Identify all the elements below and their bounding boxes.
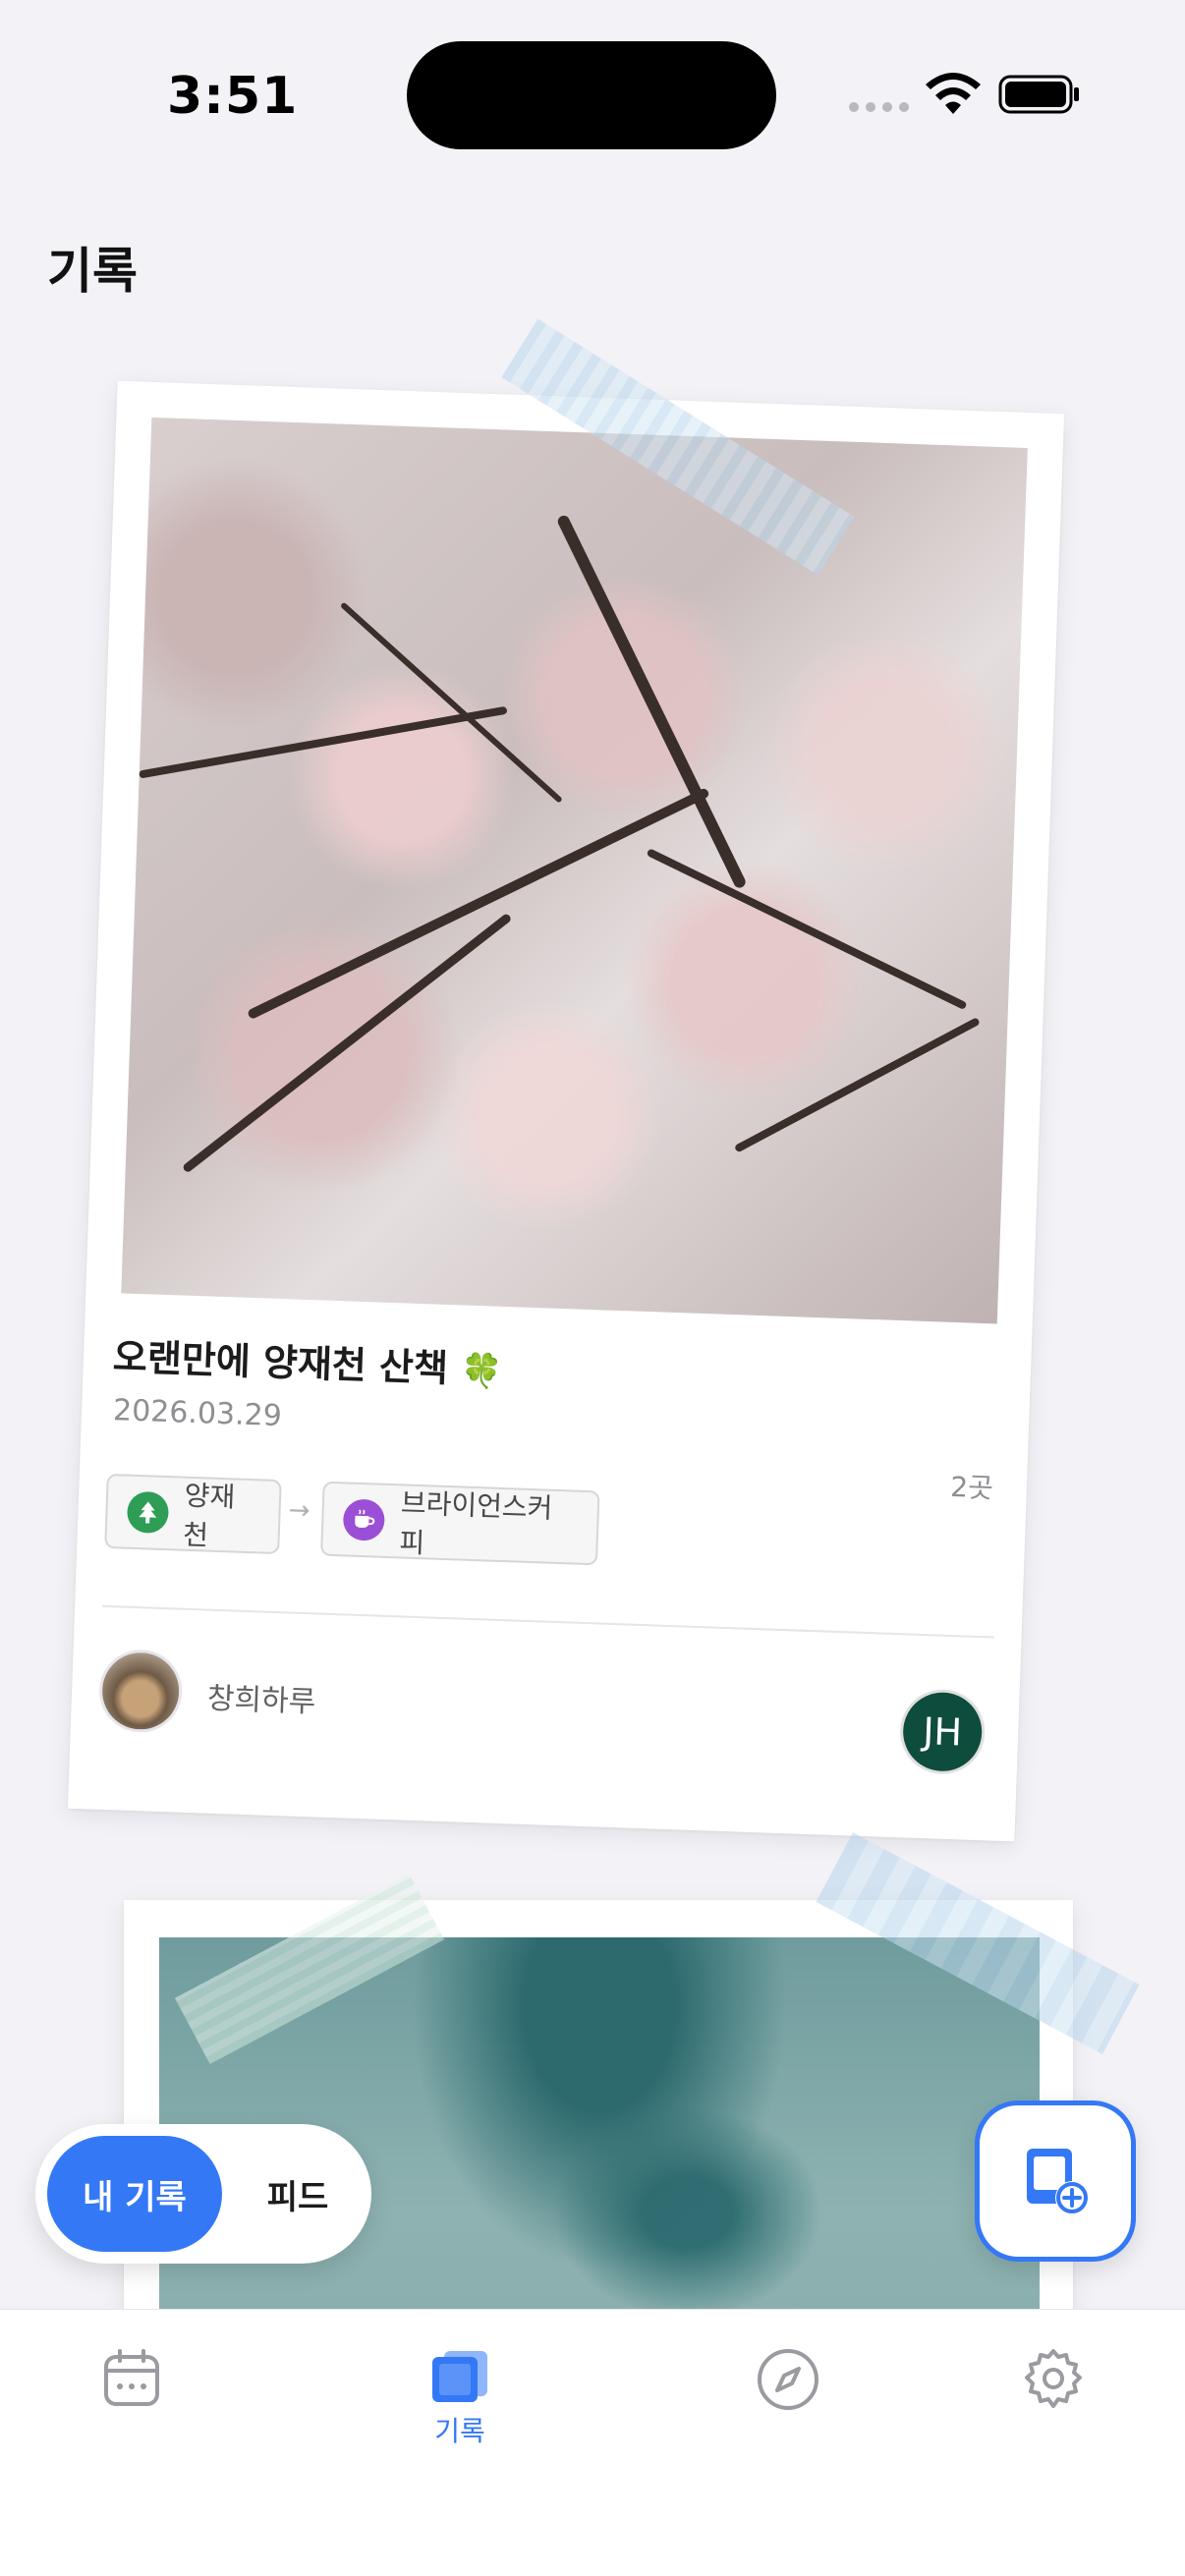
place-count: 2곳 bbox=[949, 1470, 994, 1505]
calendar-icon bbox=[104, 2349, 159, 2406]
record-card[interactable]: 오랜만에 양재천 산책 🍀 2026.03.29 2곳 양재천 → 브라이언스커… bbox=[67, 380, 1065, 1842]
add-record-button[interactable] bbox=[975, 2100, 1136, 2262]
add-photo-icon bbox=[1027, 2149, 1089, 2214]
divider bbox=[102, 1604, 994, 1639]
tab-explore[interactable] bbox=[719, 2347, 857, 2412]
place-name: 양재천 bbox=[182, 1479, 236, 1552]
record-title: 오랜만에 양재천 산책 🍀 bbox=[112, 1335, 504, 1392]
tab-settings[interactable] bbox=[985, 2347, 1122, 2412]
arrow-right-icon: → bbox=[288, 1495, 310, 1527]
dynamic-island bbox=[407, 41, 776, 149]
tab-records[interactable]: 기록 bbox=[391, 2347, 529, 2449]
coffee-icon bbox=[342, 1498, 386, 1541]
status-time: 3:51 bbox=[167, 67, 299, 126]
segment-feed[interactable]: 피드 bbox=[236, 2136, 360, 2252]
screen: 3:51 기록 오랜만에 양재천 산책 🍀 2026.03.29 2곳 양재천 … bbox=[0, 0, 1185, 2576]
record-date: 2026.03.29 bbox=[112, 1393, 283, 1434]
record-photo[interactable] bbox=[121, 417, 1028, 1324]
page-title: 기록 bbox=[47, 243, 138, 300]
photos-icon bbox=[432, 2351, 487, 2402]
cellular-signal-icon bbox=[849, 102, 909, 112]
gear-icon bbox=[1025, 2349, 1082, 2408]
tab-calendar[interactable] bbox=[63, 2347, 200, 2410]
clover-emoji: 🍀 bbox=[460, 1351, 504, 1392]
avatar[interactable] bbox=[97, 1648, 184, 1734]
author-name: 창희하루 bbox=[206, 1681, 316, 1720]
segment-my-records[interactable]: 내 기록 bbox=[47, 2136, 222, 2252]
place-chip[interactable]: 브라이언스커피 bbox=[320, 1481, 600, 1566]
place-name: 브라이언스커피 bbox=[398, 1486, 553, 1560]
wifi-icon bbox=[926, 73, 981, 114]
records-feed-toggle: 내 기록 피드 bbox=[35, 2124, 371, 2264]
member-avatar[interactable]: JH bbox=[898, 1688, 987, 1776]
tree-icon bbox=[126, 1490, 169, 1535]
battery-icon bbox=[998, 75, 1079, 114]
place-chip[interactable]: 양재천 bbox=[104, 1473, 282, 1555]
compass-icon bbox=[758, 2349, 818, 2410]
tab-bar: 기록 bbox=[0, 2309, 1185, 2576]
tab-label: 기록 bbox=[434, 2415, 485, 2447]
